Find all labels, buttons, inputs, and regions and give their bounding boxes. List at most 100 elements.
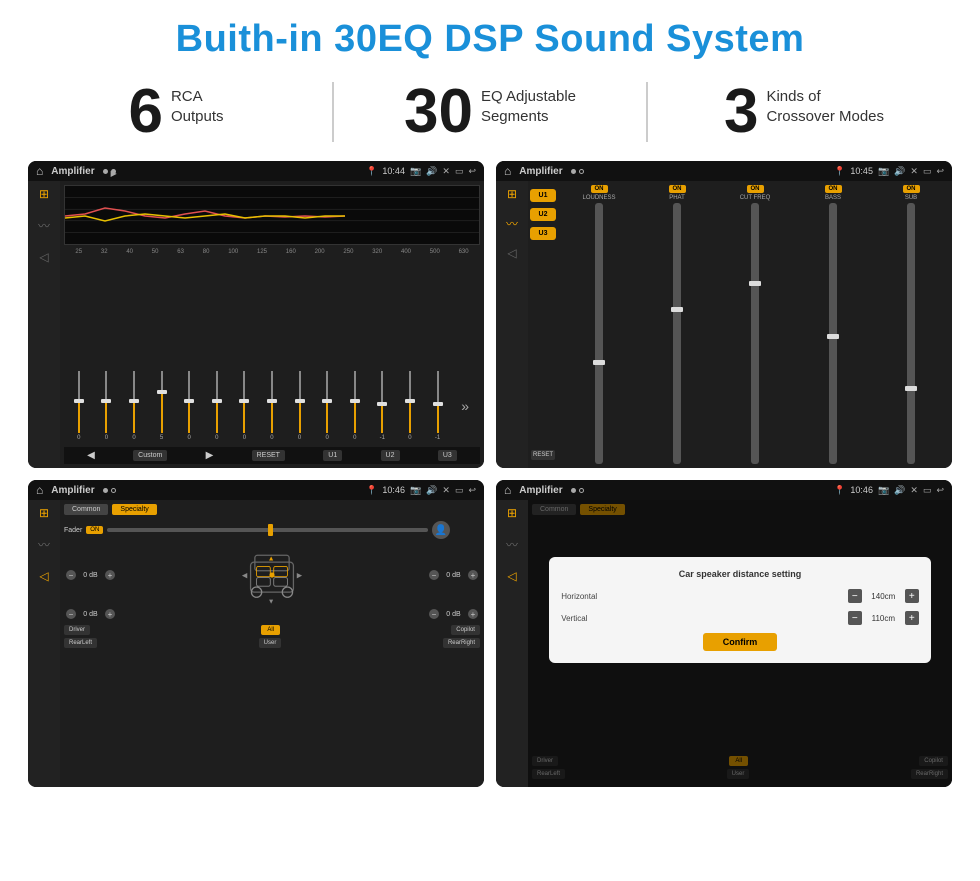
eq-expand-icon[interactable]: »: [452, 371, 478, 441]
loudness-on-badge[interactable]: ON: [591, 185, 608, 193]
crossover-close-icon[interactable]: ✕: [910, 166, 918, 177]
crossover-window-icon[interactable]: ▭: [923, 166, 932, 177]
play-dot-icon: ▶: [103, 169, 116, 174]
specialty-tab[interactable]: Specialty: [112, 504, 156, 515]
eq-custom-btn[interactable]: Custom: [133, 450, 167, 461]
dialog-window-icon[interactable]: ▭: [923, 485, 932, 496]
dialog-back-icon[interactable]: ↩: [936, 485, 944, 496]
sub-on-badge[interactable]: ON: [903, 185, 920, 193]
sub-slider[interactable]: [907, 203, 915, 464]
fader-volume-icon: 🔊: [426, 485, 437, 496]
fader-wave-icon[interactable]: 〰: [38, 536, 50, 553]
eq-left-controls: ⊞ 〰 ◁: [28, 181, 60, 468]
fl-value: 0 dB: [78, 572, 103, 579]
back-icon[interactable]: ↩: [468, 166, 476, 177]
eq-slider-2[interactable]: 0: [94, 371, 120, 441]
home-icon[interactable]: ⌂: [36, 164, 43, 178]
fader-home-icon[interactable]: ⌂: [36, 483, 43, 497]
common-tab[interactable]: Common: [64, 504, 108, 515]
fader-back-icon[interactable]: ↩: [468, 485, 476, 496]
loudness-slider[interactable]: [595, 203, 603, 464]
rl-minus-btn[interactable]: −: [66, 609, 76, 619]
eq-slider-4[interactable]: 5: [149, 371, 175, 441]
profile-icon[interactable]: 👤: [432, 521, 450, 539]
eq-slider-1[interactable]: 0: [66, 371, 92, 441]
crossover-home-icon[interactable]: ⌂: [504, 164, 511, 178]
crossover-preset-col: U1 U2 U3 RESET: [528, 181, 558, 468]
dialog-camera-icon: 📷: [878, 485, 889, 496]
fader-on-badge[interactable]: ON: [86, 526, 103, 534]
driver-btn[interactable]: Driver: [64, 625, 90, 635]
cutfreq-slider[interactable]: [751, 203, 759, 464]
rear-right-btn[interactable]: RearRight: [443, 638, 480, 648]
confirm-button[interactable]: Confirm: [703, 633, 778, 651]
fader-close-icon[interactable]: ✕: [442, 485, 450, 496]
fader-slider[interactable]: [107, 528, 428, 532]
front-right-db: − 0 dB +: [429, 570, 478, 580]
phat-slider[interactable]: [673, 203, 681, 464]
vertical-minus-btn[interactable]: −: [848, 611, 862, 625]
eq-u1-btn[interactable]: U1: [323, 450, 342, 461]
dialog-filter-icon[interactable]: ⊞: [507, 506, 517, 520]
crossover-wave-icon[interactable]: 〰: [506, 215, 518, 232]
crossover-filter-icon[interactable]: ⊞: [507, 187, 517, 201]
dialog-close-icon[interactable]: ✕: [910, 485, 918, 496]
fader-camera-icon: 📷: [410, 485, 421, 496]
eq-wave-icon[interactable]: 〰: [38, 217, 50, 234]
dialog-home-icon[interactable]: ⌂: [504, 483, 511, 497]
u1-preset-btn[interactable]: U1: [530, 189, 556, 202]
eq-prev-btn[interactable]: ◀: [87, 450, 95, 461]
eq-play-btn[interactable]: ▶: [206, 450, 214, 461]
bass-on-badge[interactable]: ON: [825, 185, 842, 193]
rear-left-btn[interactable]: RearLeft: [64, 638, 97, 648]
dialog-wave-icon[interactable]: 〰: [506, 536, 518, 553]
eq-slider-9[interactable]: 0: [287, 371, 313, 441]
rr-plus-btn[interactable]: +: [468, 609, 478, 619]
fader-filter-icon[interactable]: ⊞: [39, 506, 49, 520]
eq-slider-8[interactable]: 0: [259, 371, 285, 441]
user-btn[interactable]: User: [259, 638, 282, 648]
fader-window-icon[interactable]: ▭: [455, 485, 464, 496]
fader-vol-icon[interactable]: ◁: [39, 569, 48, 583]
close-icon[interactable]: ✕: [442, 166, 450, 177]
eq-slider-6[interactable]: 0: [204, 371, 230, 441]
loudness-label: LOUDNESS: [582, 195, 615, 201]
eq-slider-13[interactable]: 0: [397, 371, 423, 441]
fr-plus-btn[interactable]: +: [468, 570, 478, 580]
cutfreq-on-badge[interactable]: ON: [747, 185, 764, 193]
u2-preset-btn[interactable]: U2: [530, 208, 556, 221]
eq-slider-12[interactable]: -1: [370, 371, 396, 441]
copilot-btn[interactable]: Copilot: [451, 625, 480, 635]
rr-minus-btn[interactable]: −: [429, 609, 439, 619]
eq-slider-10[interactable]: 0: [314, 371, 340, 441]
u3-preset-btn[interactable]: U3: [530, 227, 556, 240]
phat-on-badge[interactable]: ON: [669, 185, 686, 193]
eq-volume-icon[interactable]: ◁: [39, 250, 48, 264]
cutfreq-group: ON CUT FREQ: [718, 185, 792, 464]
window-icon[interactable]: ▭: [455, 166, 464, 177]
dialog-vol-icon[interactable]: ◁: [507, 569, 516, 583]
fl-plus-btn[interactable]: +: [105, 570, 115, 580]
bass-slider[interactable]: [829, 203, 837, 464]
horizontal-plus-btn[interactable]: +: [905, 589, 919, 603]
fader-title: Amplifier: [51, 485, 94, 496]
crossover-reset-btn[interactable]: RESET: [531, 450, 555, 460]
all-btn[interactable]: All: [261, 625, 280, 635]
horizontal-minus-btn[interactable]: −: [848, 589, 862, 603]
eq-u2-btn[interactable]: U2: [381, 450, 400, 461]
fr-minus-btn[interactable]: −: [429, 570, 439, 580]
eq-slider-3[interactable]: 0: [121, 371, 147, 441]
rl-plus-btn[interactable]: +: [105, 609, 115, 619]
vertical-plus-btn[interactable]: +: [905, 611, 919, 625]
eq-slider-11[interactable]: 0: [342, 371, 368, 441]
crossover-back-icon[interactable]: ↩: [936, 166, 944, 177]
crossover-vol-icon[interactable]: ◁: [507, 246, 516, 260]
eq-slider-5[interactable]: 0: [176, 371, 202, 441]
eq-u3-btn[interactable]: U3: [438, 450, 457, 461]
eq-slider-7[interactable]: 0: [232, 371, 258, 441]
eq-filter-icon[interactable]: ⊞: [39, 187, 49, 201]
eq-reset-btn[interactable]: RESET: [252, 450, 285, 461]
eq-slider-14[interactable]: -1: [425, 371, 451, 441]
crossover-time: 10:45: [850, 166, 873, 176]
fl-minus-btn[interactable]: −: [66, 570, 76, 580]
